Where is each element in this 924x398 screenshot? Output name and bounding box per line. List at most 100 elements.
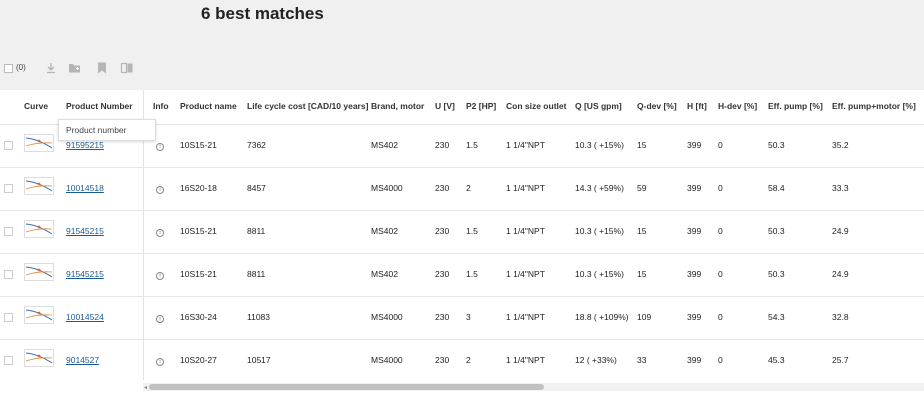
info-icon[interactable]: i [156,315,164,323]
table-row[interactable]: 10014524 i 16S30-24 11083 MS4000 230 3 1 1/4"NP… [0,296,924,339]
header-eff-pump-motor[interactable]: Eff. pump+motor [%] [832,101,916,111]
cell-head-dev: 0 [718,355,723,365]
cell-brand-motor: MS402 [371,140,398,150]
cell-brand-motor: MS4000 [371,312,403,322]
header-life-cycle-cost[interactable]: Life cycle cost [CAD/10 years] [247,101,368,111]
cell-brand-motor: MS402 [371,226,398,236]
results-table: Curve Product Number Info Product name L… [0,90,924,398]
cell-head: 399 [687,269,702,279]
pump-curve-thumbnail[interactable] [24,306,54,324]
pump-curve-thumbnail[interactable] [24,263,54,281]
add-to-folder-icon[interactable] [68,61,82,75]
cell-product-name: 10S15-21 [180,140,217,150]
select-all-checkbox[interactable] [4,64,13,73]
product-number-link[interactable]: 10014524 [66,312,104,322]
info-icon[interactable]: i [156,143,164,151]
cell-power: 3 [466,312,471,322]
cell-flow: 18.8 ( +109%) [575,312,629,322]
row-checkbox[interactable] [4,141,13,150]
cell-product-name: 16S30-24 [180,312,217,322]
cell-product-name: 10S15-21 [180,269,217,279]
header-product-number[interactable]: Product Number [66,101,133,111]
cell-con-size: 1 1/4"NPT [506,226,545,236]
cell-con-size: 1 1/4"NPT [506,355,545,365]
pump-curve-thumbnail[interactable] [24,177,54,195]
header-head-dev[interactable]: H-dev [%] [718,101,757,111]
cell-life-cycle-cost: 8457 [247,183,266,193]
cell-eff-pump: 50.3 [768,140,785,150]
cell-life-cycle-cost: 11083 [247,312,271,322]
cell-brand-motor: MS4000 [371,355,403,365]
header-product-name[interactable]: Product name [180,101,237,111]
cell-head: 399 [687,312,702,322]
info-icon[interactable]: i [156,186,164,194]
download-icon[interactable] [44,61,58,75]
compare-icon[interactable] [120,61,134,75]
header-flow[interactable]: Q [US gpm] [575,101,622,111]
scroll-left-icon[interactable]: ◂ [144,384,147,391]
info-icon[interactable]: i [156,272,164,280]
cell-brand-motor: MS402 [371,269,398,279]
cell-eff-pump: 50.3 [768,226,785,236]
row-checkbox[interactable] [4,313,13,322]
bookmark-icon[interactable] [95,61,109,75]
pump-curve-thumbnail[interactable] [24,349,54,367]
pump-curve-thumbnail[interactable] [24,220,54,238]
cell-flow: 10.3 ( +15%) [575,226,624,236]
table-row[interactable]: 91545215 i 10S15-21 8811 MS402 230 1.5 1 1/4"NP… [0,210,924,253]
header-curve: Curve [24,101,49,111]
cell-head: 399 [687,355,702,365]
cell-con-size: 1 1/4"NPT [506,312,545,322]
row-checkbox[interactable] [4,184,13,193]
cell-brand-motor: MS4000 [371,183,403,193]
cell-voltage: 230 [435,183,450,193]
cell-voltage: 230 [435,355,450,365]
header-eff-pump[interactable]: Eff. pump [%] [768,101,823,111]
cell-head: 399 [687,183,702,193]
horizontal-scrollbar-thumb[interactable] [149,384,544,390]
cell-eff-pump: 58.4 [768,183,785,193]
header-voltage[interactable]: U [V] [435,101,455,111]
cell-head-dev: 0 [718,269,723,279]
info-icon[interactable]: i [156,229,164,237]
info-icon[interactable]: i [156,358,164,366]
cell-eff-pump-motor: 24.9 [832,269,849,279]
cell-flow: 14.3 ( +59%) [575,183,624,193]
cell-eff-pump-motor: 33.3 [832,183,849,193]
product-number-link[interactable]: 91545215 [66,226,104,236]
cell-life-cycle-cost: 8811 [247,226,266,236]
table-row[interactable]: 9014527 i 10S20-27 10517 MS4000 230 2 1 1/4"NPT… [0,339,924,382]
cell-voltage: 230 [435,312,450,322]
table-row[interactable]: 10014518 i 16S20-18 8457 MS4000 230 2 1 1/4"NPT… [0,167,924,210]
row-checkbox[interactable] [4,356,13,365]
cell-flow-dev: 15 [637,140,647,150]
cell-flow-dev: 109 [637,312,652,322]
cell-head: 399 [687,140,702,150]
product-number-link[interactable]: 91545215 [66,269,104,279]
tooltip: Product number [58,119,156,141]
header-head[interactable]: H [ft] [687,101,707,111]
table-row[interactable]: 91545215 i 10S15-21 8811 MS402 230 1.5 1 1/4"NP… [0,253,924,296]
cell-product-name: 10S20-27 [180,355,217,365]
header-con-size[interactable]: Con size outlet [506,101,566,111]
pump-curve-thumbnail[interactable] [24,134,54,152]
row-checkbox[interactable] [4,227,13,236]
cell-head-dev: 0 [718,312,723,322]
cell-eff-pump-motor: 35.2 [832,140,849,150]
product-number-link[interactable]: 9014527 [66,355,99,365]
header-power[interactable]: P2 [HP] [466,101,496,111]
cell-head-dev: 0 [718,183,723,193]
product-number-link[interactable]: 91595215 [66,140,104,150]
cell-eff-pump: 50.3 [768,269,785,279]
cell-power: 1.5 [466,226,478,236]
cell-power: 1.5 [466,269,478,279]
cell-eff-pump-motor: 24.9 [832,226,849,236]
cell-flow: 10.3 ( +15%) [575,140,624,150]
row-checkbox[interactable] [4,270,13,279]
header-flow-dev[interactable]: Q-dev [%] [637,101,677,111]
header-brand-motor[interactable]: Brand, motor [371,101,424,111]
cell-flow-dev: 15 [637,226,647,236]
cell-life-cycle-cost: 7362 [247,140,266,150]
cell-product-name: 10S15-21 [180,226,217,236]
product-number-link[interactable]: 10014518 [66,183,104,193]
